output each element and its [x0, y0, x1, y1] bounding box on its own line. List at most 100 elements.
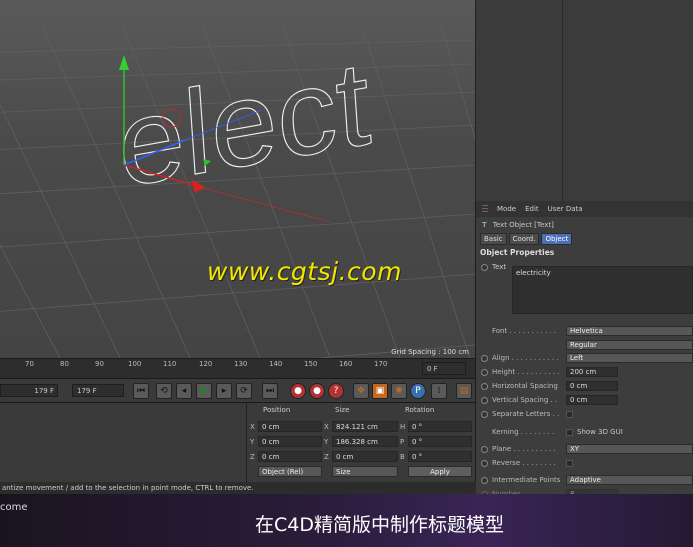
- transport-bar: 179 F 179 F ⏮ ⟲ ◂ ▶ ▸ ⟳ ⏭ ● ● ? ✥ ▣ ✺ P …: [0, 378, 475, 402]
- plane-dropdown[interactable]: XY: [566, 444, 693, 454]
- parameter-key-icon[interactable]: P: [410, 383, 426, 399]
- end-frame-field[interactable]: 179 F: [0, 384, 58, 397]
- tick-100: 100: [128, 360, 142, 368]
- reverse-row: Reverse . . . . . . . .: [476, 456, 693, 470]
- grip-icon: [482, 205, 488, 213]
- next-key-button[interactable]: ⟳: [236, 383, 252, 399]
- vspacing-radio[interactable]: [481, 396, 488, 404]
- rot-b-field[interactable]: 0 °: [408, 451, 472, 462]
- previous-key-button[interactable]: ⟲: [156, 383, 172, 399]
- size-z-label: Z: [324, 453, 329, 461]
- menu-edit[interactable]: Edit: [525, 205, 539, 213]
- watermark: www.cgtsj.com: [207, 257, 402, 286]
- tab-coord[interactable]: Coord.: [508, 233, 540, 245]
- hspacing-field[interactable]: 0 cm: [566, 381, 618, 391]
- height-field[interactable]: 200 cm: [566, 367, 618, 377]
- next-frame-button[interactable]: ▸: [216, 383, 232, 399]
- x-axis-guide: [199, 186, 331, 223]
- pos-z-field[interactable]: 0 cm: [258, 451, 322, 462]
- tick-170: 170: [374, 360, 388, 368]
- text-object-icon: T: [482, 221, 487, 229]
- text-input[interactable]: electricity: [512, 266, 693, 314]
- pla-key-icon[interactable]: ⁞: [431, 383, 447, 399]
- record-button[interactable]: ●: [290, 383, 306, 399]
- hspacing-row: Horizontal Spacing 0 cm: [476, 379, 693, 393]
- go-to-end-button[interactable]: ⏭: [262, 383, 278, 399]
- timeline-ruler[interactable]: 70 80 90 100 110 120 130 140 150 160 170…: [0, 358, 475, 378]
- size-mode-dropdown[interactable]: Size: [332, 466, 398, 477]
- section-object-properties: Object Properties: [480, 248, 555, 257]
- vspacing-row: Vertical Spacing . . 0 cm: [476, 393, 693, 407]
- reverse-checkbox[interactable]: [566, 459, 573, 467]
- subtitle-text: 在C4D精简版中制作标题模型: [255, 514, 504, 536]
- rotation-header: Rotation: [405, 406, 435, 414]
- separate-letters-checkbox[interactable]: [566, 410, 573, 418]
- grid-spacing-label: Grid Spacing : 100 cm: [391, 348, 469, 356]
- coord-mode-dropdown[interactable]: Object (Rel): [258, 466, 322, 477]
- attribute-tabs: Basic Coord. Object: [476, 233, 693, 245]
- object-title: T Text Object [Text]: [482, 221, 554, 229]
- rot-h-field[interactable]: 0 °: [408, 421, 472, 432]
- plane-row: Plane . . . . . . . . . . XY: [476, 442, 693, 456]
- tick-130: 130: [234, 360, 248, 368]
- current-frame-field[interactable]: 0 F: [422, 362, 466, 375]
- tick-80: 80: [60, 360, 69, 368]
- size-y-label: Y: [324, 438, 329, 446]
- apply-button[interactable]: Apply: [408, 466, 472, 477]
- plane-radio[interactable]: [481, 445, 488, 453]
- scale-key-icon[interactable]: ▣: [372, 383, 388, 399]
- rotate-key-icon[interactable]: ✺: [391, 383, 407, 399]
- move-key-icon[interactable]: ✥: [353, 383, 369, 399]
- pos-z-label: Z: [250, 453, 255, 461]
- height-radio[interactable]: [481, 368, 488, 376]
- previous-frame-button[interactable]: ◂: [176, 383, 192, 399]
- keyframe-selection-button[interactable]: ?: [328, 383, 344, 399]
- timeline-window-icon[interactable]: ▤: [456, 383, 472, 399]
- status-bar: antize movement / add to the selection i…: [0, 482, 476, 494]
- font-style-row: Regular: [476, 338, 693, 351]
- tab-basic[interactable]: Basic: [480, 233, 507, 245]
- size-y-field[interactable]: 186.328 cm: [332, 436, 398, 447]
- play-button[interactable]: ▶: [196, 383, 212, 399]
- show-3d-gui-checkbox[interactable]: [566, 428, 573, 436]
- font-dropdown[interactable]: Helvetica: [566, 326, 693, 336]
- font-row: Font . . . . . . . . . . . Helvetica: [476, 324, 693, 338]
- tick-160: 160: [339, 360, 353, 368]
- size-z-field[interactable]: 0 cm: [332, 451, 398, 462]
- viewport-3d[interactable]: elect www.cgtsj.com Grid Spacing : 100 c…: [0, 0, 475, 358]
- tab-object[interactable]: Object: [541, 233, 573, 245]
- welcome-text: come: [0, 502, 28, 513]
- tick-120: 120: [199, 360, 213, 368]
- size-x-field[interactable]: 824.121 cm: [332, 421, 398, 432]
- material-manager: [0, 402, 246, 482]
- menu-user-data[interactable]: User Data: [548, 205, 583, 213]
- tick-70: 70: [25, 360, 34, 368]
- reverse-radio[interactable]: [481, 459, 488, 467]
- y-axis-arrow: [119, 55, 129, 70]
- intermediate-radio[interactable]: [481, 476, 488, 484]
- coordinates-manager: Position Size Rotation X 0 cm X 824.121 …: [246, 402, 475, 482]
- pos-x-field[interactable]: 0 cm: [258, 421, 322, 432]
- separate-letters-radio[interactable]: [481, 410, 488, 418]
- hspacing-radio[interactable]: [481, 382, 488, 390]
- rot-p-field[interactable]: 0 °: [408, 436, 472, 447]
- tick-90: 90: [95, 360, 104, 368]
- align-radio[interactable]: [481, 354, 488, 362]
- object-manager: [475, 0, 693, 201]
- pos-y-field[interactable]: 0 cm: [258, 436, 322, 447]
- go-to-start-button[interactable]: ⏮: [133, 383, 149, 399]
- tick-150: 150: [304, 360, 318, 368]
- viewport-grid: elect: [0, 19, 475, 358]
- menu-mode[interactable]: Mode: [497, 205, 516, 213]
- kerning-row: Kerning . . . . . . . . Show 3D GUI: [492, 428, 623, 436]
- intermediate-dropdown[interactable]: Adaptive: [566, 475, 693, 485]
- max-frame-field[interactable]: 179 F: [72, 384, 124, 397]
- align-row: Align . . . . . . . . . . . Left: [476, 351, 693, 365]
- font-style-dropdown[interactable]: Regular: [566, 339, 693, 350]
- vspacing-field[interactable]: 0 cm: [566, 395, 618, 405]
- autokey-button[interactable]: ●: [309, 383, 325, 399]
- text-anim-radio[interactable]: [481, 263, 488, 271]
- separate-letters-row: Separate Letters . .: [476, 407, 693, 421]
- align-dropdown[interactable]: Left: [566, 353, 693, 363]
- attributes-menubar: Mode Edit User Data: [476, 201, 693, 217]
